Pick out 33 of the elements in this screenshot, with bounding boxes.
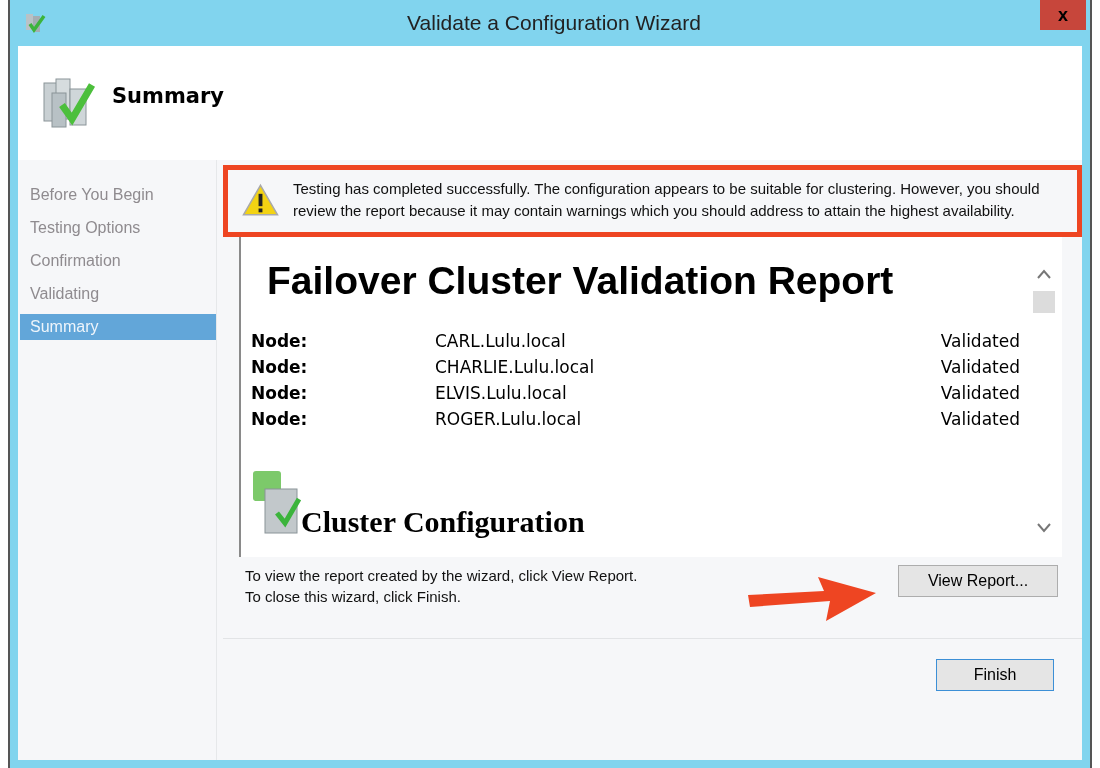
close-button[interactable]: x bbox=[1040, 0, 1086, 30]
node-label: Node: bbox=[251, 409, 309, 429]
scroll-thumb[interactable] bbox=[1033, 291, 1055, 313]
node-label: Node: bbox=[251, 383, 309, 403]
window-title: Validate a Configuration Wizard bbox=[407, 11, 701, 35]
scroll-up-icon[interactable] bbox=[1036, 269, 1052, 279]
report-title: Failover Cluster Validation Report bbox=[267, 259, 895, 303]
node-status: Validated bbox=[940, 357, 1020, 377]
instruction-text: To view the report created by the wizard, click View Report. bbox=[245, 566, 639, 586]
step-item[interactable]: Summary bbox=[20, 314, 216, 340]
scroll-down-icon[interactable] bbox=[1036, 523, 1052, 533]
step-item[interactable]: Validating bbox=[20, 281, 216, 307]
instruction-text: To close this wizard, click Finish. bbox=[245, 587, 462, 607]
node-name: ELVIS.Lulu.local bbox=[435, 383, 568, 403]
view-report-button[interactable]: View Report... bbox=[898, 565, 1058, 597]
node-status: Validated bbox=[940, 383, 1020, 403]
node-name: CHARLIE.Lulu.local bbox=[435, 357, 596, 377]
page-title: Summary bbox=[112, 84, 225, 108]
section-title: Cluster Configuration bbox=[301, 507, 585, 537]
node-label: Node: bbox=[251, 331, 309, 351]
node-name: CARL.Lulu.local bbox=[435, 331, 567, 351]
server-check-icon bbox=[24, 11, 48, 35]
step-item[interactable]: Before You Begin bbox=[20, 182, 216, 208]
node-name: ROGER.Lulu.local bbox=[435, 409, 583, 429]
step-item[interactable]: Testing Options bbox=[20, 215, 216, 241]
node-label: Node: bbox=[251, 357, 309, 377]
node-status: Validated bbox=[940, 331, 1020, 351]
status-message: Testing has completed successfully. The configuration appears to be suitable for clustering. However, you should review the report because it may contain warnings which you should address to attain the highest availability. bbox=[293, 179, 1041, 221]
node-status: Validated bbox=[940, 409, 1020, 429]
server-check-icon bbox=[40, 75, 96, 131]
step-item[interactable]: Confirmation bbox=[20, 248, 216, 274]
finish-button[interactable]: Finish bbox=[936, 659, 1054, 691]
cluster-icon bbox=[251, 469, 301, 535]
